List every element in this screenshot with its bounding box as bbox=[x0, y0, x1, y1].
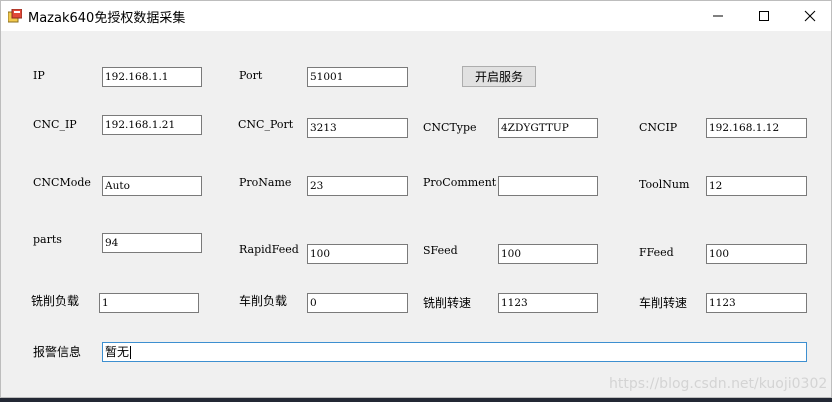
ip-input[interactable]: 192.168.1.1 bbox=[102, 67, 202, 87]
pro-name-input[interactable]: 23 bbox=[307, 176, 408, 196]
turn-load-label: 车削负载 bbox=[239, 294, 288, 308]
mill-speed-label: 铣削转速 bbox=[423, 296, 472, 310]
tool-num-label: ToolNum bbox=[639, 178, 690, 191]
pro-name-label: ProName bbox=[239, 176, 292, 189]
cnc-ip-input[interactable]: 192.168.1.21 bbox=[102, 115, 202, 135]
close-icon bbox=[804, 10, 816, 22]
cnc-port-label: CNC_Port bbox=[238, 118, 294, 131]
watermark: https://blog.csdn.net/kuoji0302 bbox=[609, 376, 828, 392]
ffeed-input[interactable]: 100 bbox=[706, 244, 807, 264]
sfeed-input[interactable]: 100 bbox=[498, 244, 598, 264]
sfeed-label: SFeed bbox=[423, 244, 458, 257]
maximize-button[interactable] bbox=[741, 1, 787, 31]
alarm-input[interactable]: 暂无 bbox=[102, 342, 807, 362]
turn-speed-input[interactable]: 1123 bbox=[706, 293, 807, 313]
cncip-label: CNCIP bbox=[639, 121, 678, 134]
cnc-mode-input[interactable]: Auto bbox=[102, 176, 202, 196]
parts-label: parts bbox=[33, 233, 62, 246]
mill-load-input[interactable]: 1 bbox=[99, 293, 199, 313]
cncip-input[interactable]: 192.168.1.12 bbox=[706, 118, 807, 138]
alarm-label: 报警信息 bbox=[33, 345, 82, 359]
pro-comment-label: ProComment bbox=[423, 176, 497, 189]
tool-num-input[interactable]: 12 bbox=[706, 176, 807, 196]
maximize-icon bbox=[759, 11, 769, 21]
cnc-mode-label: CNCMode bbox=[33, 176, 91, 189]
minimize-icon bbox=[713, 15, 723, 17]
rapid-feed-input[interactable]: 100 bbox=[307, 244, 408, 264]
cnc-type-input[interactable]: 4ZDYGTTUP bbox=[498, 118, 598, 138]
ip-label: IP bbox=[33, 69, 45, 82]
title-bar[interactable]: Mazak640免授权数据采集 bbox=[1, 1, 831, 31]
alarm-value: 暂无 bbox=[105, 345, 130, 359]
start-service-button[interactable]: 开启服务 bbox=[462, 66, 536, 87]
parts-input[interactable]: 94 bbox=[102, 233, 202, 253]
desktop-background-strip bbox=[0, 398, 832, 402]
turn-load-input[interactable]: 0 bbox=[307, 293, 408, 313]
app-icon bbox=[8, 9, 22, 23]
mill-speed-input[interactable]: 1123 bbox=[498, 293, 598, 313]
ffeed-label: FFeed bbox=[639, 246, 674, 259]
turn-speed-label: 车削转速 bbox=[639, 296, 688, 310]
minimize-button[interactable] bbox=[695, 1, 741, 31]
cnc-type-label: CNCType bbox=[423, 121, 477, 134]
app-window: Mazak640免授权数据采集 IP 192.168.1.1 Port 5100… bbox=[0, 0, 832, 398]
rapid-feed-label: RapidFeed bbox=[239, 243, 299, 256]
cnc-ip-label: CNC_IP bbox=[33, 118, 77, 131]
close-button[interactable] bbox=[787, 1, 832, 31]
cnc-port-input[interactable]: 3213 bbox=[307, 118, 408, 138]
text-caret bbox=[130, 346, 132, 359]
pro-comment-input[interactable] bbox=[498, 176, 598, 196]
port-label: Port bbox=[239, 69, 263, 82]
window-title: Mazak640免授权数据采集 bbox=[28, 11, 186, 26]
mill-load-label: 铣削负载 bbox=[31, 294, 80, 308]
port-input[interactable]: 51001 bbox=[307, 67, 408, 87]
